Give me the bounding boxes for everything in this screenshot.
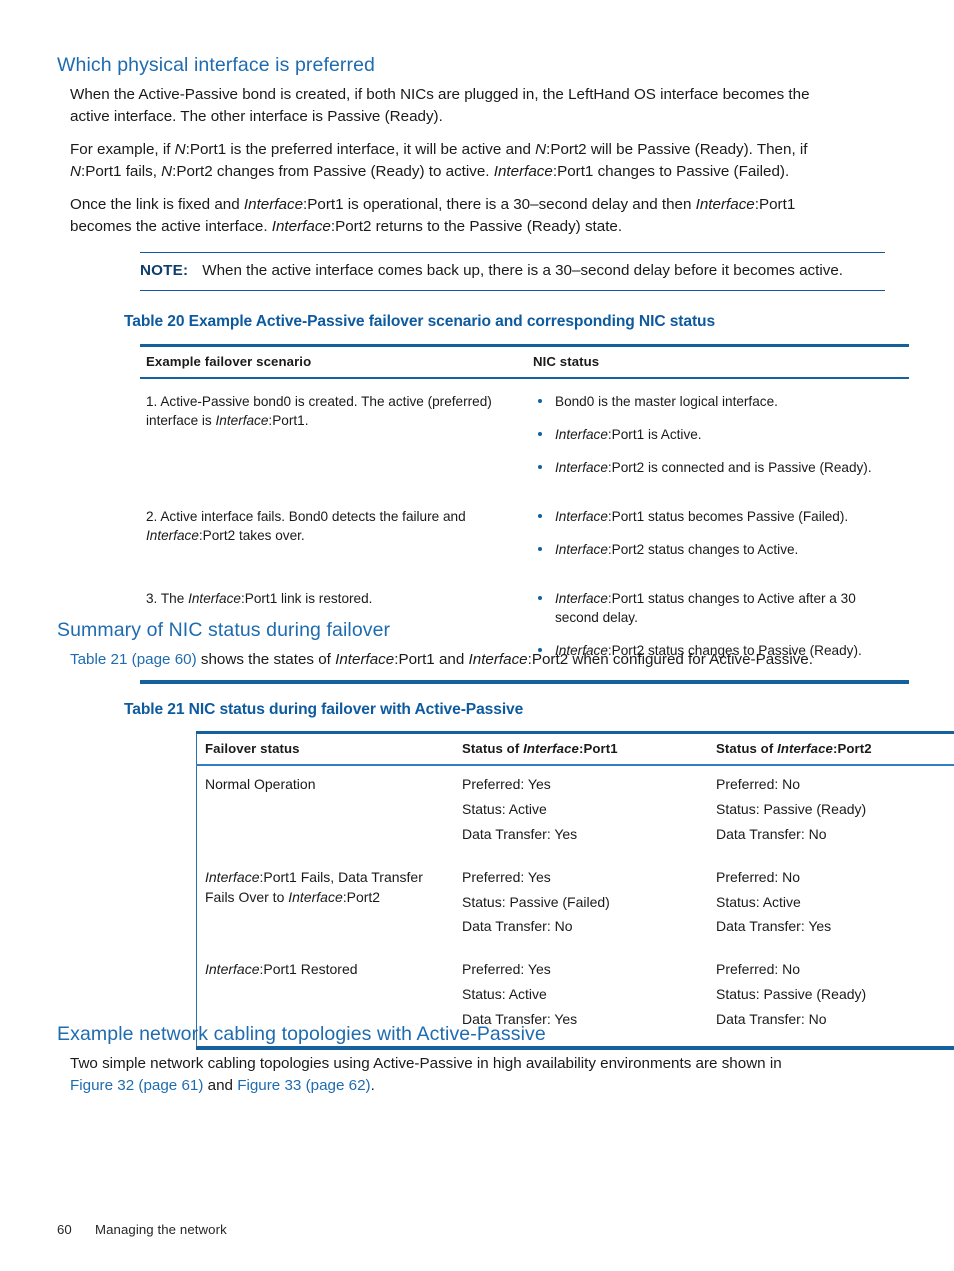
- table21-bottom-rule: [708, 1045, 954, 1052]
- section-heading-example-network-cabling: Example network cabling topologies with …: [57, 1023, 546, 1045]
- table20-caption-wrap: Table 20 Example Active-Passive failover…: [124, 313, 715, 331]
- table21-col-failover-status: Failover status: [196, 731, 454, 765]
- bullet-item: Interface:Port2 status changes to Active…: [533, 540, 895, 559]
- page-footer: 60 Managing the network: [57, 1222, 227, 1237]
- table21-caption: Table 21 NIC status during failover with…: [124, 701, 524, 718]
- table21-port2-cell: Preferred: No Status: Active Data Transfer…: [708, 859, 954, 952]
- table20-bottom-rule: [140, 680, 527, 687]
- status-list: Preferred: Yes Status: Active Data Transfe…: [462, 775, 700, 845]
- paragraph: Two simple network cabling topologies us…: [70, 1055, 782, 1094]
- table20-head: Example failover scenario NIC status: [140, 344, 909, 378]
- status-line: Status: Active: [716, 893, 801, 910]
- section-example-network-cabling: Example network cabling topologies with …: [57, 1023, 897, 1045]
- table21-col-status-port1: Status of Interface:Port1: [454, 731, 708, 765]
- bullet-item: Interface:Port2 is connected and is Pass…: [533, 458, 895, 477]
- status-line: Preferred: No: [716, 961, 801, 978]
- table-row: 2. Active interface fails. Bond0 detects…: [140, 485, 909, 567]
- table-row: Normal Operation Preferred: Yes Status: A…: [196, 764, 954, 859]
- paragraph: Once the link is fixed and Interface:Por…: [70, 196, 796, 235]
- status-line: Status: Passive (Failed): [462, 893, 610, 910]
- table20-col-nic-status: NIC status: [527, 344, 909, 378]
- note-text: When the active interface comes back up,…: [202, 262, 844, 279]
- paragraph: Table 21 (page 60) shows the states of I…: [70, 651, 813, 668]
- note-callout: NOTE: When the active interface comes bac…: [140, 252, 885, 291]
- table-row: 1. Active-Passive bond0 is created. The …: [140, 376, 909, 486]
- table21-head: Failover status Status of Interface:Port…: [196, 731, 954, 765]
- status-line: Preferred: Yes: [462, 868, 551, 885]
- status-list: Preferred: No Status: Passive (Ready) Data…: [716, 960, 954, 1030]
- table20-bottom-rule-row: [140, 680, 909, 687]
- table21-port1-cell: Preferred: Yes Status: Active Data Transfe…: [454, 764, 708, 859]
- table21-bottom-rule: [454, 1045, 708, 1052]
- bullet-item: Bond0 is the master logical interface.: [533, 392, 895, 411]
- paragraph: When the Active-Passive bond is created,…: [70, 86, 810, 125]
- status-line: Data Transfer: Yes: [462, 825, 578, 842]
- status-line: Status: Active: [462, 986, 547, 1003]
- document-page: Which physical interface is preferred Wh…: [0, 0, 954, 1271]
- status-line: Preferred: No: [716, 868, 801, 885]
- table21-port2-cell: Preferred: No Status: Passive (Ready) Data…: [708, 764, 954, 859]
- status-line: Status: Passive (Ready): [716, 800, 867, 817]
- status-list: Preferred: Yes Status: Passive (Failed) Da…: [462, 868, 700, 938]
- table20-col-scenario: Example failover scenario: [140, 344, 527, 378]
- status-line: Preferred: Yes: [462, 961, 551, 978]
- table20-scenario-cell: 2. Active interface fails. Bond0 detects…: [146, 509, 466, 544]
- section-which-physical-interface: Which physical interface is preferred: [57, 54, 897, 76]
- table21-bottom-rule-row: [196, 1045, 954, 1052]
- table21-failover-cell: Interface:Port1 Fails, Data Transfer Fai…: [205, 868, 423, 905]
- status-list: Preferred: No Status: Active Data Transfer…: [716, 868, 954, 938]
- table21-caption-wrap: Table 21 NIC status during failover with…: [124, 701, 523, 719]
- table20-scenario-cell: 1. Active-Passive bond0 is created. The …: [140, 376, 527, 486]
- table-row: Interface:Port1 Fails, Data Transfer Fai…: [197, 859, 954, 952]
- status-line: Status: Passive (Ready): [716, 986, 867, 1003]
- section-heading-summary-of-nic-status: Summary of NIC status during failover: [57, 619, 391, 641]
- section-summary-of-nic-status: Summary of NIC status during failover: [57, 619, 897, 641]
- status-line: Status: Active: [462, 800, 547, 817]
- note-bottom-rule: [140, 289, 885, 291]
- note-body: NOTE: When the active interface comes bac…: [140, 253, 885, 290]
- table21-bottom-rule: [196, 1045, 454, 1052]
- status-line: Data Transfer: No: [462, 918, 573, 935]
- table21-header-row: Failover status Status of Interface:Port…: [196, 731, 954, 765]
- status-list: Preferred: No Status: Passive (Ready) Data…: [716, 775, 954, 845]
- bullet-item: Interface:Port1 status becomes Passive (…: [533, 507, 895, 526]
- status-line: Data Transfer: Yes: [716, 918, 832, 935]
- table20-header-row: Example failover scenario NIC status: [140, 344, 909, 378]
- table21-port1-cell: Preferred: Yes Status: Passive (Failed) Da…: [454, 859, 708, 952]
- table21-body: Normal Operation Preferred: Yes Status: A…: [196, 764, 954, 1052]
- section-heading-which-physical-interface: Which physical interface is preferred: [57, 54, 375, 76]
- status-line: Data Transfer: No: [716, 825, 827, 842]
- table21-col-status-port2: Status of Interface:Port2: [708, 731, 954, 765]
- table20-bottom-rule: [527, 680, 909, 687]
- paragraph: For example, if N:Port1 is the preferred…: [70, 141, 808, 180]
- status-line: Preferred: No: [716, 776, 801, 792]
- bullet-item: Interface:Port1 is Active.: [533, 425, 895, 444]
- bullet-list: Bond0 is the master logical interface. In…: [533, 392, 895, 477]
- table21-failover-cell: Normal Operation: [196, 764, 454, 859]
- section1-paragraphs: When the Active-Passive bond is created,…: [0, 84, 954, 237]
- footer-page-number: 60: [57, 1222, 72, 1237]
- status-list: Preferred: Yes Status: Active Data Transfe…: [462, 960, 700, 1030]
- footer-chapter: Managing the network: [95, 1222, 227, 1237]
- table20-caption: Table 20 Example Active-Passive failover…: [124, 313, 716, 330]
- table20-status-cell: Bond0 is the master logical interface. In…: [527, 376, 909, 486]
- table20-status-cell: Interface:Port1 status becomes Passive (…: [527, 485, 909, 567]
- bullet-list: Interface:Port1 status becomes Passive (…: [533, 507, 895, 559]
- table21-nic-status: Failover status Status of Interface:Port…: [196, 731, 954, 1052]
- note-label: NOTE:: [140, 262, 189, 279]
- status-line: Preferred: Yes: [462, 776, 551, 792]
